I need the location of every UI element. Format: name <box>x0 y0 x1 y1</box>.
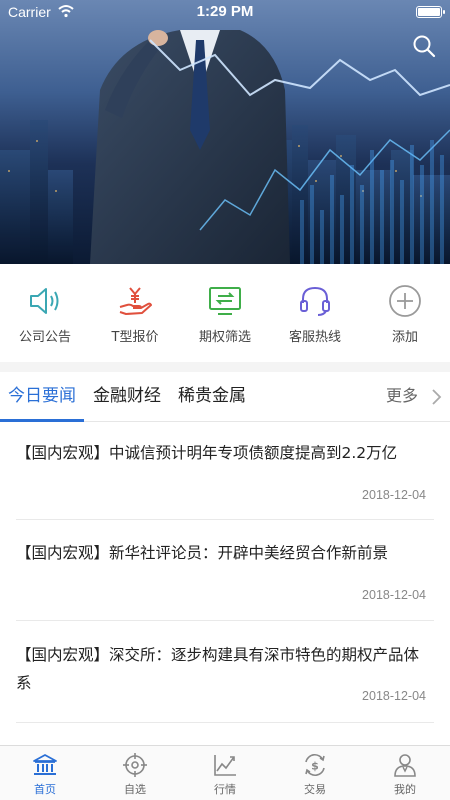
bottom-tab-label: 行情 <box>214 783 236 796</box>
more-link[interactable]: 更多 <box>386 372 418 421</box>
monitor-icon <box>209 287 241 315</box>
bottom-tab-label: 自选 <box>124 783 146 796</box>
hero-image <box>0 30 450 264</box>
bottom-tab-bar: 首页 自选 行情 $ 交易 我的 <box>0 745 450 800</box>
news-date: 2018-12-04 <box>362 689 426 703</box>
bank-icon <box>33 754 57 775</box>
bottom-tab-trade[interactable]: $ 交易 <box>270 746 360 800</box>
dollar-cycle-icon: $ <box>305 754 325 776</box>
quick-action-announcements[interactable]: 公司公告 <box>0 264 90 362</box>
hero-banner[interactable]: Carrier 1:29 PM <box>0 0 450 264</box>
headset-icon <box>300 286 330 316</box>
quick-action-label: 添加 <box>391 330 418 345</box>
status-time: 1:29 PM <box>196 3 254 20</box>
battery-icon <box>416 6 445 18</box>
svg-text:$: $ <box>311 760 319 773</box>
tab-label: 稀贵金属 <box>178 386 246 406</box>
quick-action-label: 公司公告 <box>18 330 71 345</box>
news-list: 【国内宏观】中诚信预计明年专项债额度提高到2.2万亿 2018-12-04 【国… <box>0 422 450 745</box>
tab-today-news[interactable]: 今日要闻 <box>8 372 76 421</box>
news-date: 2018-12-04 <box>362 488 426 502</box>
quick-action-label: 客服热线 <box>288 330 341 345</box>
quick-action-add[interactable]: 添加 <box>360 264 450 362</box>
news-item[interactable]: 【国内宏观】中诚信预计明年专项债额度提高到2.2万亿 2018-12-04 <box>16 422 434 520</box>
search-icon[interactable] <box>412 34 436 58</box>
chart-icon <box>214 755 236 776</box>
quick-actions: 公司公告 T型报价 期权筛选 客服热线 添加 <box>0 264 450 362</box>
quick-action-label: 期权筛选 <box>198 330 251 345</box>
hand-yen-icon <box>119 287 152 315</box>
bottom-tab-home[interactable]: 首页 <box>0 746 90 800</box>
user-icon <box>394 754 416 777</box>
plus-circle-icon <box>389 285 421 317</box>
news-tabs: 今日要闻 金融财经 稀贵金属 更多 <box>0 372 450 422</box>
chevron-right-icon[interactable] <box>430 388 442 406</box>
bottom-tab-profile[interactable]: 我的 <box>360 746 450 800</box>
tab-label: 金融财经 <box>93 386 161 406</box>
bottom-tab-label: 首页 <box>34 783 56 796</box>
tab-finance[interactable]: 金融财经 <box>93 372 161 421</box>
target-icon <box>123 753 147 777</box>
news-date: 2018-12-04 <box>362 588 426 602</box>
news-title: 【国内宏观】中诚信预计明年专项债额度提高到2.2万亿 <box>16 444 398 462</box>
news-item[interactable]: 【国内宏观】新华社评论员：开辟中美经贸合作新前景 2018-12-04 <box>16 520 434 621</box>
tab-label: 今日要闻 <box>8 386 76 406</box>
quick-action-label: T型报价 <box>111 330 159 345</box>
news-title: 【国内宏观】新华社评论员：开辟中美经贸合作新前景 <box>16 544 389 562</box>
quick-action-t-quote[interactable]: T型报价 <box>90 264 180 362</box>
quick-action-hotline[interactable]: 客服热线 <box>270 264 360 362</box>
quick-action-option-filter[interactable]: 期权筛选 <box>180 264 270 362</box>
tab-precious-metals[interactable]: 稀贵金属 <box>178 372 246 421</box>
speaker-icon <box>30 288 59 314</box>
bottom-tab-watchlist[interactable]: 自选 <box>90 746 180 800</box>
bottom-tab-label: 交易 <box>304 783 326 796</box>
bottom-tab-market[interactable]: 行情 <box>180 746 270 800</box>
news-item[interactable]: 【国内宏观】深交所：逐步构建具有深市特色的期权产品体系 2018-12-04 <box>16 621 434 723</box>
bottom-tab-label: 我的 <box>394 783 416 796</box>
status-bar: Carrier 1:29 PM <box>0 0 450 24</box>
